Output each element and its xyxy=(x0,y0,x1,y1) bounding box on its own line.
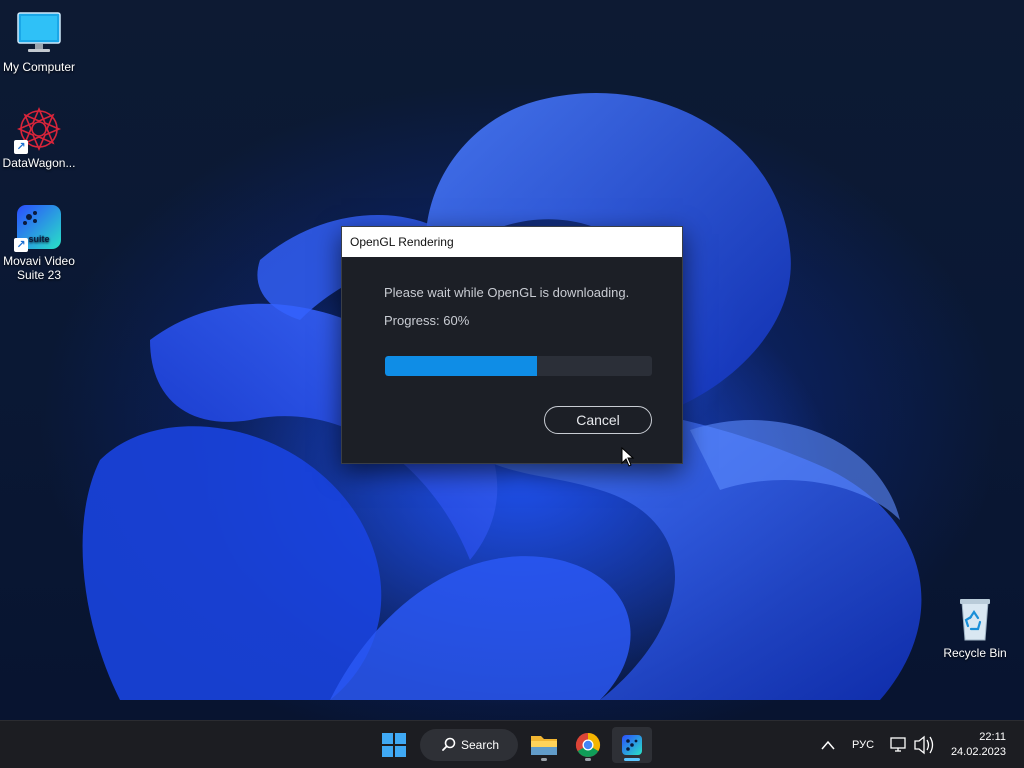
movavi-suite-icon: suite ↗ xyxy=(14,204,62,252)
desktop-icon-datawagon[interactable]: ↗ DataWagon... xyxy=(0,106,78,170)
clock-date: 24.02.2023 xyxy=(950,746,1006,758)
dialog-title: OpenGL Rendering xyxy=(342,227,682,257)
opengl-rendering-dialog: OpenGL Rendering Please wait while OpenG… xyxy=(341,226,683,464)
search-label: Search xyxy=(461,738,500,752)
app-running-indicator xyxy=(541,758,547,761)
desktop-icon-label: Recycle Bin xyxy=(943,646,1007,660)
windows-start-icon xyxy=(382,733,406,757)
clock[interactable]: 22:11 24.02.2023 xyxy=(951,730,1006,760)
taskbar-app-file-explorer[interactable] xyxy=(526,727,562,763)
app-running-indicator xyxy=(585,758,591,761)
mouse-cursor-icon xyxy=(621,447,635,467)
datawagon-icon: ↗ xyxy=(14,106,62,154)
desktop-icon-movavi[interactable]: suite ↗ Movavi Video Suite 23 xyxy=(0,204,78,282)
app-active-indicator xyxy=(624,758,640,761)
desktop-icon-label: Movavi Video Suite 23 xyxy=(3,254,75,282)
desktop-icon-recycle-bin[interactable]: Recycle Bin xyxy=(936,596,1014,660)
svg-text:suite: suite xyxy=(28,234,49,244)
desktop-icon-my-computer[interactable]: My Computer xyxy=(0,10,78,74)
cancel-button[interactable]: Cancel xyxy=(544,406,652,434)
chevron-up-icon xyxy=(821,740,835,750)
shortcut-arrow-icon: ↗ xyxy=(14,238,28,252)
taskbar-app-chrome[interactable] xyxy=(570,727,606,763)
desktop-icon-label: My Computer xyxy=(2,60,76,74)
clock-time: 22:11 xyxy=(979,731,1006,743)
language-label: РУС xyxy=(851,739,875,751)
volume-icon xyxy=(914,735,934,755)
shortcut-arrow-icon: ↗ xyxy=(14,140,28,154)
language-indicator[interactable]: РУС xyxy=(846,721,880,768)
monitor-icon xyxy=(16,10,62,56)
taskbar: Search РУС 22:11 24.02.2023 xyxy=(0,720,1024,768)
progress-text: Progress: 60% xyxy=(384,313,470,328)
dialog-message: Please wait while OpenGL is downloading. xyxy=(384,285,630,300)
start-button[interactable] xyxy=(374,727,414,763)
progress-bar-fill xyxy=(385,356,538,376)
taskbar-app-movavi[interactable] xyxy=(612,727,652,763)
system-tray-status[interactable] xyxy=(886,721,936,768)
show-hidden-icons-button[interactable] xyxy=(818,721,838,768)
recycle-bin-icon xyxy=(952,596,998,642)
progress-bar xyxy=(385,356,652,376)
desktop-icon-label: DataWagon... xyxy=(2,156,76,170)
taskbar-search-box[interactable]: Search xyxy=(420,729,518,761)
network-icon xyxy=(890,737,906,752)
network-volume-icons xyxy=(890,735,934,755)
search-icon xyxy=(442,737,456,751)
